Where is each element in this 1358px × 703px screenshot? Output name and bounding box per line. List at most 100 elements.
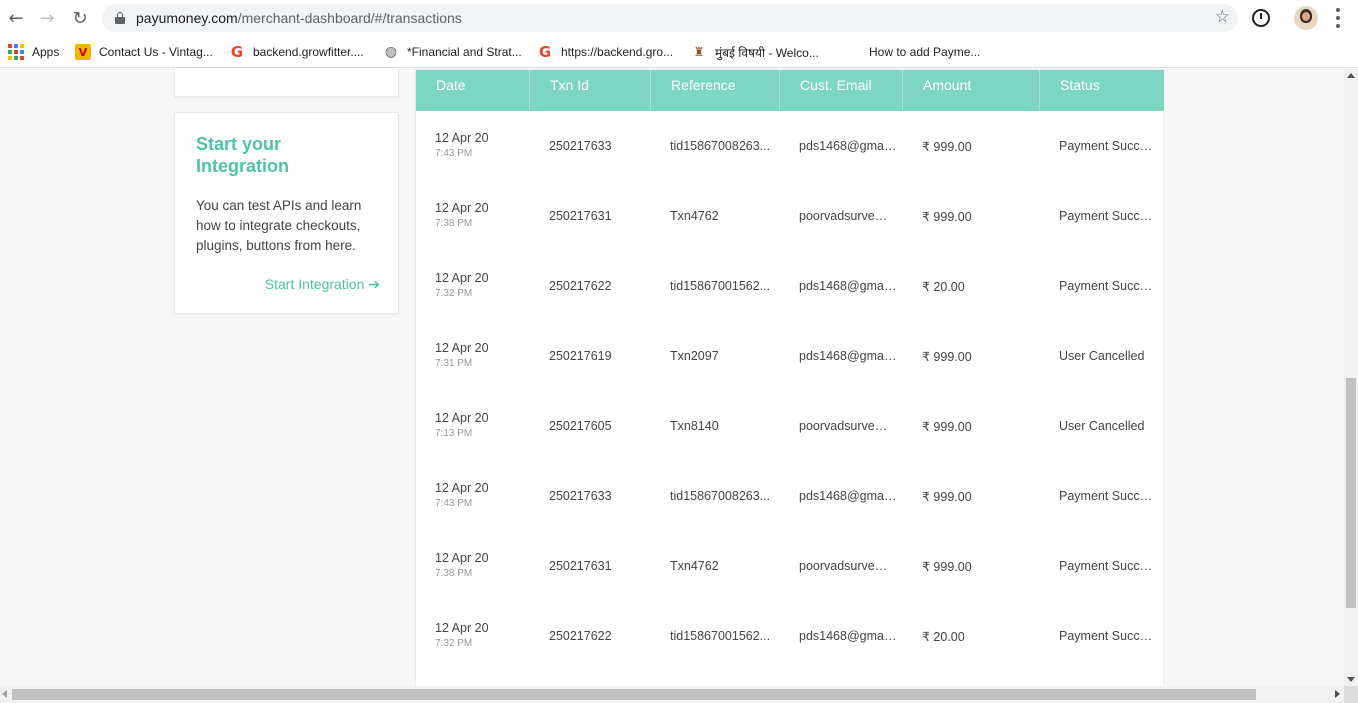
vertical-scrollbar[interactable]	[1344, 69, 1358, 686]
scroll-right-arrow-icon[interactable]	[1335, 690, 1340, 698]
table-row[interactable]: 12 Apr 20 7:32 PM 250217622 tid1586700156…	[416, 251, 1164, 321]
transactions-table: Date Txn Id Reference Cust. Email Amount…	[415, 69, 1164, 686]
cell-status: Payment Success...	[1059, 279, 1159, 293]
browser-toolbar: ← → ↻ payumoney.com/merchant-dashboard/#…	[0, 0, 1358, 36]
cell-txn-id: 250217631	[549, 209, 612, 223]
page-content: Start your Integration You can test APIs…	[0, 69, 1344, 686]
integration-card-description: You can test APIs and learn how to integ…	[196, 198, 362, 253]
column-header-status[interactable]: Status	[1040, 70, 1164, 111]
browser-menu-icon[interactable]	[1330, 8, 1346, 28]
bookmark-https-backend[interactable]: G https://backend.gro...	[537, 42, 673, 62]
sidebar-card-partial	[174, 69, 399, 97]
cell-txn-id: 250217631	[549, 559, 612, 573]
extension-timer-icon[interactable]	[1252, 9, 1270, 27]
table-row[interactable]: 12 Apr 20 7:31 PM 250217619 Txn2097 pds14…	[416, 321, 1164, 391]
scroll-up-arrow-icon[interactable]	[1347, 73, 1355, 78]
g-icon: G	[538, 43, 552, 61]
g-icon: G	[230, 43, 244, 61]
cell-status: Payment Success...	[1059, 209, 1159, 223]
column-header-cust-email[interactable]: Cust. Email	[780, 70, 903, 111]
bookmark-how-to-add[interactable]: How to add Payme...	[845, 42, 980, 62]
bookmark-apps[interactable]: Apps	[8, 42, 59, 62]
column-header-amount[interactable]: Amount	[903, 70, 1040, 111]
cell-status: Payment Success...	[1059, 139, 1159, 153]
table-row[interactable]: 12 Apr 20 7:38 PM 250217631 Txn4762 poorv…	[416, 531, 1164, 601]
cell-email: pds1468@gmail....	[799, 629, 899, 643]
cell-status: Payment Success...	[1059, 629, 1159, 643]
integration-card-title: Start your Integration	[196, 134, 289, 176]
start-integration-link[interactable]: Start Integration ➔	[265, 276, 380, 293]
bookmark-contact-us[interactable]: V Contact Us - Vintag...	[75, 42, 213, 62]
cell-txn-id: 250217619	[549, 349, 612, 363]
microsoft-icon	[845, 44, 861, 60]
column-header-txn-id[interactable]: Txn Id	[530, 70, 651, 111]
cell-email: poorvadsurve@g...	[799, 559, 899, 573]
globe-icon: ◍	[384, 44, 398, 60]
cell-date: 12 Apr 20 7:38 PM	[435, 551, 489, 579]
horizontal-scroll-thumb[interactable]	[12, 689, 1256, 700]
cell-date: 12 Apr 20 7:32 PM	[435, 621, 489, 649]
table-row[interactable]: 12 Apr 20 7:38 PM 250217631 Txn4762 poorv…	[416, 181, 1164, 251]
cell-txn-id: 250217622	[549, 279, 612, 293]
cell-date: 12 Apr 20 7:13 PM	[435, 411, 489, 439]
cell-amount: ₹ 999.00	[922, 420, 972, 434]
reload-icon[interactable]: ↻	[68, 6, 92, 30]
cell-amount: ₹ 999.00	[922, 210, 972, 224]
cell-amount: ₹ 999.00	[922, 350, 972, 364]
back-icon[interactable]: ←	[4, 6, 28, 30]
bookmark-star-icon[interactable]: ☆	[1215, 7, 1230, 27]
bookmark-mumbai[interactable]: ♜ मुंबई विषयी - Welco...	[691, 42, 819, 62]
profile-avatar[interactable]	[1294, 6, 1318, 30]
cell-amount: ₹ 20.00	[922, 630, 965, 644]
cell-status: User Cancelled	[1059, 349, 1145, 363]
table-row[interactable]: 12 Apr 20 7:43 PM 250217633 tid1586700826…	[416, 111, 1164, 181]
cell-amount: ₹ 999.00	[922, 490, 972, 504]
table-row[interactable]: 12 Apr 20 7:32 PM 250217622 tid1586700156…	[416, 601, 1164, 671]
column-header-reference[interactable]: Reference	[651, 70, 780, 111]
column-header-date[interactable]: Date	[416, 70, 530, 111]
url-text[interactable]: payumoney.com/merchant-dashboard/#/trans…	[136, 10, 462, 26]
cell-email: poorvadsurve@g...	[799, 419, 899, 433]
apps-grid-icon	[8, 44, 24, 60]
cell-reference: Txn8140	[670, 419, 719, 433]
cell-email: pds1468@gmail....	[799, 349, 899, 363]
bookmark-financial[interactable]: ◍ *Financial and Strat...	[383, 42, 522, 62]
temple-icon: ♜	[693, 45, 705, 59]
lock-icon[interactable]	[115, 12, 125, 24]
vertical-scroll-thumb[interactable]	[1346, 378, 1356, 608]
cell-reference: tid15867008263...	[670, 489, 771, 503]
v-icon: V	[75, 44, 91, 60]
cell-txn-id: 250217633	[549, 489, 612, 503]
cell-email: pds1468@gmail....	[799, 489, 899, 503]
cell-amount: ₹ 20.00	[922, 280, 965, 294]
cell-status: Payment Success...	[1059, 559, 1159, 573]
cell-txn-id: 250217633	[549, 139, 612, 153]
table-row[interactable]: 12 Apr 20 7:13 PM 250217605 Txn8140 poorv…	[416, 391, 1164, 461]
cell-status: User Cancelled	[1059, 419, 1145, 433]
cell-txn-id: 250217622	[549, 629, 612, 643]
cell-reference: tid15867008263...	[670, 139, 771, 153]
horizontal-scrollbar[interactable]	[0, 686, 1344, 703]
cell-txn-id: 250217605	[549, 419, 612, 433]
cell-reference: tid15867001562...	[670, 279, 771, 293]
cell-status: Payment Success...	[1059, 489, 1159, 503]
cell-date: 12 Apr 20 7:32 PM	[435, 271, 489, 299]
cell-email: poorvadsurve@g...	[799, 209, 899, 223]
table-header: Date Txn Id Reference Cust. Email Amount…	[416, 70, 1164, 111]
cell-email: pds1468@gmail....	[799, 139, 899, 153]
table-row[interactable]: 12 Apr 20 7:43 PM 250217633 tid1586700826…	[416, 461, 1164, 531]
scrollbar-corner	[1344, 686, 1358, 703]
forward-icon[interactable]: →	[35, 6, 59, 30]
scroll-left-arrow-icon[interactable]	[2, 690, 7, 698]
bookmark-backend-growfitter[interactable]: G backend.growfitter....	[229, 42, 364, 62]
cell-email: pds1468@gmail....	[799, 279, 899, 293]
scroll-down-arrow-icon[interactable]	[1347, 677, 1355, 682]
address-bar[interactable]: payumoney.com/merchant-dashboard/#/trans…	[102, 4, 1238, 32]
integration-card: Start your Integration You can test APIs…	[174, 112, 399, 314]
cell-reference: Txn4762	[670, 209, 719, 223]
cell-amount: ₹ 999.00	[922, 560, 972, 574]
cell-date: 12 Apr 20 7:43 PM	[435, 481, 489, 509]
cell-date: 12 Apr 20 7:43 PM	[435, 131, 489, 159]
cell-reference: Txn4762	[670, 559, 719, 573]
cell-amount: ₹ 999.00	[922, 140, 972, 154]
